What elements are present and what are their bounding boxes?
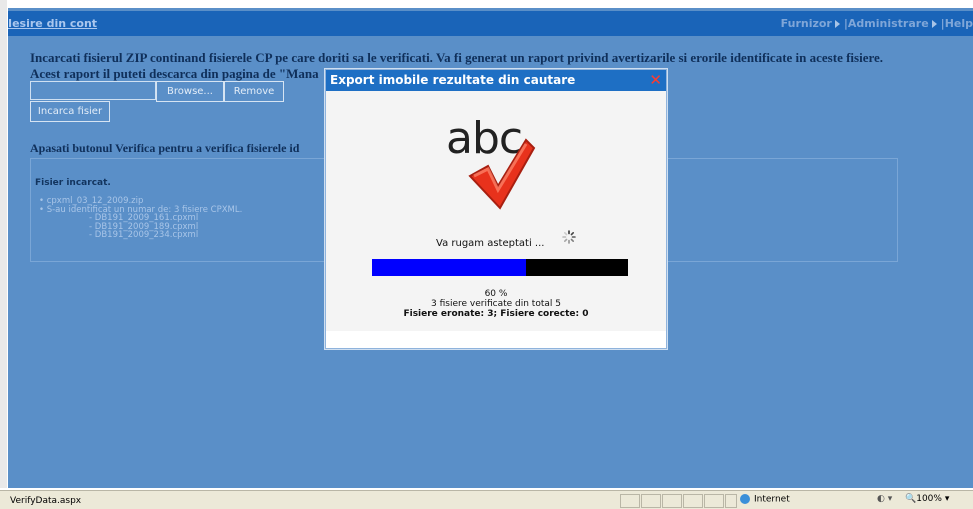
globe-icon [740, 494, 750, 504]
status-segment [683, 494, 703, 508]
percent-label: 60 % [484, 289, 508, 299]
dialog-titlebar: Export imobile rezultate din cautare ✕ [326, 70, 666, 91]
cpxml-file-name: DB191_2009_234.cpxml [94, 230, 199, 240]
checkmark-icon [468, 138, 536, 210]
checked-count: 3 fisiere verificate din total 5 [431, 299, 561, 309]
status-segment [662, 494, 682, 508]
status-segment [641, 494, 661, 508]
browser-status-bar: VerifyData.aspx Internet ◐ ▾ 🔍100% ▾ [0, 490, 973, 509]
logout-link[interactable]: Iesire din cont [8, 17, 97, 30]
file-list: • cpxml_03_12_2009.zip • S-au identifica… [39, 197, 242, 240]
progress-fill [372, 259, 526, 276]
browse-button[interactable]: Browse... [156, 81, 224, 102]
export-dialog: Export imobile rezultate din cautare ✕ a… [325, 69, 667, 349]
dialog-body: abc Va rugam asteptati ... 60 % 3 fisier… [326, 91, 666, 331]
status-segment [620, 494, 640, 508]
zoom-control[interactable]: 🔍100% ▾ [905, 494, 949, 504]
arrow-right-icon [834, 20, 840, 28]
zone-label: Internet [754, 494, 790, 505]
list-item: - DB191_2009_234.cpxml [89, 230, 199, 240]
close-icon[interactable]: ✕ [649, 70, 662, 91]
security-zone: Internet [740, 494, 790, 505]
upload-button[interactable]: Incarca fisier [30, 101, 110, 122]
navbar: Iesire din cont Furnizor |Administrare |He… [8, 11, 973, 36]
loading-spinner-icon [562, 230, 576, 244]
panel-heading: Fisier incarcat. [35, 178, 111, 188]
zoom-level: 100% [916, 494, 942, 504]
verify-instruction: Apasati butonul Verifica pentru a verifi… [30, 141, 300, 155]
status-segment [725, 494, 737, 508]
file-path-input[interactable] [30, 81, 156, 100]
dialog-title: Export imobile rezultate din cautare [330, 73, 576, 87]
nav-help[interactable]: Help [945, 17, 973, 30]
nav-administrare[interactable]: Administrare [848, 17, 929, 30]
progress-info: 60 % 3 fisiere verificate din total 5 Fi… [326, 289, 666, 319]
status-segment [704, 494, 724, 508]
nav-menu: Furnizor |Administrare |Help [780, 17, 973, 30]
header-remnant [92, 0, 94, 7]
progress-bar [372, 259, 628, 276]
dialog-footer [326, 331, 666, 348]
result-summary: Fisiere eronate: 3; Fisiere corecte: 0 [403, 309, 589, 319]
nav-furnizor[interactable]: Furnizor [781, 17, 832, 30]
left-frame [0, 0, 7, 488]
intro-line-1: Incarcati fisierul ZIP continand fisiere… [30, 50, 884, 65]
top-strip [0, 0, 973, 8]
status-url: VerifyData.aspx [10, 496, 82, 506]
arrow-right-icon [931, 20, 937, 28]
remove-button[interactable]: Remove [224, 81, 284, 102]
wait-message: Va rugam asteptati ... [436, 238, 545, 249]
protected-mode-icon[interactable]: ◐ ▾ [877, 494, 892, 504]
